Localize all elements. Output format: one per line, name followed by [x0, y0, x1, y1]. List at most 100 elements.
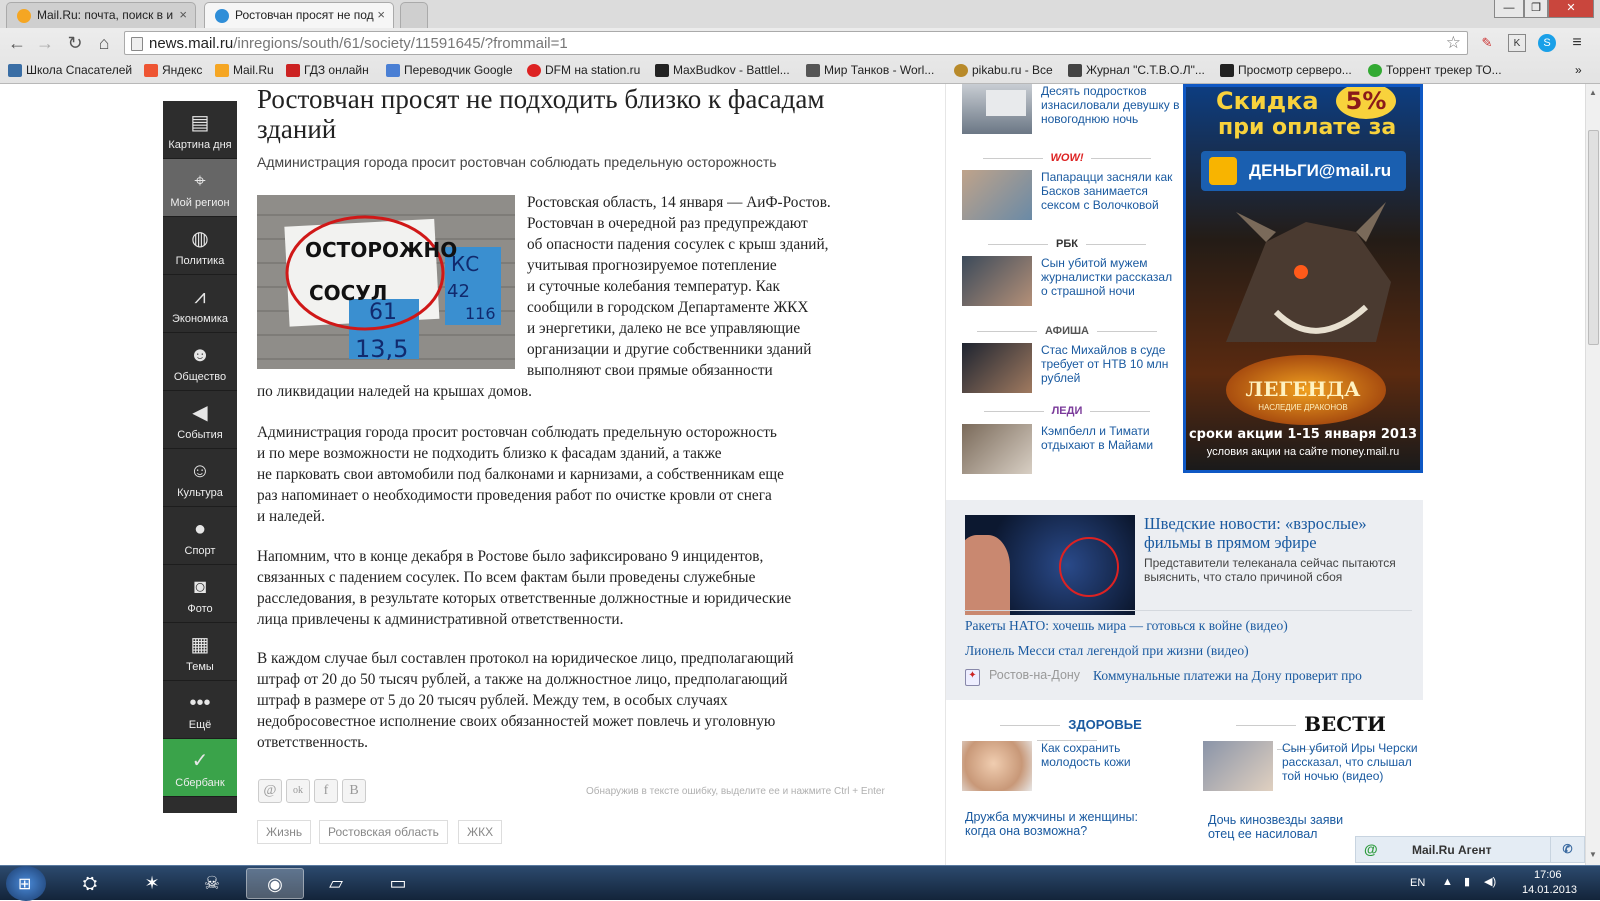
- clock-date[interactable]: 14.01.2013: [1522, 884, 1577, 896]
- language-indicator[interactable]: EN: [1410, 877, 1425, 889]
- nav-item-camera[interactable]: ◙ Фото: [163, 565, 237, 623]
- explorer-folder-icon[interactable]: ▭: [376, 868, 420, 899]
- kaspersky-icon[interactable]: K: [1508, 34, 1526, 52]
- share-facebook-button[interactable]: f: [314, 779, 338, 803]
- nav-item-stack[interactable]: ▦ Темы: [163, 623, 237, 681]
- news-link[interactable]: Кэмпбелл и Тимати отдыхают в Майами: [1041, 424, 1181, 452]
- promo-terms: условия акции на сайте money.mail.ru: [1206, 446, 1400, 458]
- scrollbar-thumb[interactable]: [1588, 130, 1599, 345]
- reload-icon[interactable]: ↻: [64, 32, 86, 54]
- bookmark[interactable]: pikabu.ru - Все: [954, 63, 1053, 77]
- news-link[interactable]: Ракеты НАТО: хочешь мира — готовься к во…: [965, 618, 1288, 634]
- menu-icon[interactable]: ≡: [1568, 34, 1586, 52]
- featured-headline[interactable]: Шведские новости: «взрослые» фильмы в пр…: [1144, 514, 1409, 552]
- bookmark-label: Торрент трекер ТО...: [1386, 63, 1502, 77]
- news-link[interactable]: Стас Михайлов в суде требует от НТВ 10 м…: [1041, 343, 1181, 385]
- bookmark[interactable]: Торрент трекер ТО...: [1368, 63, 1502, 77]
- nav-item-label: Культура: [177, 487, 223, 499]
- bookmark[interactable]: Мир Танков - Worl...: [806, 63, 934, 77]
- bookmark[interactable]: Яндекс: [144, 63, 202, 77]
- clock-time[interactable]: 17:06: [1534, 869, 1562, 881]
- article-title: Ростовчан просят не подходить близко к ф…: [257, 84, 825, 144]
- mailru-favicon: [17, 9, 31, 23]
- mailru-agent-widget[interactable]: @ Mail.Ru Агент ✆: [1355, 836, 1585, 863]
- nav-item-people[interactable]: ☻ Общество: [163, 333, 237, 391]
- torrent-icon: [1368, 64, 1382, 77]
- nav-item-map-pin[interactable]: ⌖ Мой регион: [163, 159, 237, 217]
- minimize-button[interactable]: —: [1494, 0, 1524, 18]
- bookmark[interactable]: MaxBudkov - Battlel...: [655, 63, 790, 77]
- network-icon[interactable]: ▮: [1464, 875, 1470, 888]
- close-tab-icon[interactable]: ×: [377, 7, 385, 22]
- nav-item-label: Общество: [173, 371, 227, 383]
- money-mailru-banner[interactable]: Скидка 5% при оплате за ДЕНЬГИ@mail.ru Л…: [1183, 84, 1423, 473]
- volume-icon[interactable]: ◀): [1484, 875, 1496, 888]
- nav-item-more[interactable]: ••• Ещё: [163, 681, 237, 739]
- nav-item-chart[interactable]: ⩘ Экономика: [163, 275, 237, 333]
- extension-icon[interactable]: ✎: [1478, 34, 1496, 52]
- game-icon[interactable]: ✶: [130, 868, 174, 899]
- forward-arrow-icon[interactable]: →: [34, 32, 56, 54]
- tag-life[interactable]: Жизнь: [257, 820, 312, 844]
- news-link[interactable]: Папарацци засняли как Басков занимается …: [1041, 170, 1181, 212]
- share-vk-button[interactable]: B: [342, 779, 366, 803]
- news-link[interactable]: Как сохранить молодость кожи: [1041, 741, 1181, 769]
- nav-item-sberbank[interactable]: ✓ Сбербанк: [163, 739, 237, 797]
- tag-rostov-region[interactable]: Ростовская область: [319, 820, 448, 844]
- scroll-down-icon[interactable]: ▼: [1589, 850, 1597, 859]
- warrior-icon[interactable]: ☠: [190, 868, 234, 899]
- star-icon[interactable]: ☆: [1446, 33, 1461, 53]
- article-paragraph-2: Администрация города просит ростовчан со…: [257, 424, 784, 525]
- tab-article[interactable]: Ростовчан просят не под ×: [204, 2, 394, 28]
- bookmark[interactable]: Школа Спасателей: [8, 63, 132, 77]
- share-ok-button[interactable]: ok: [286, 779, 310, 803]
- address-bar[interactable]: news.mail.ru/inregions/south/61/society/…: [124, 31, 1468, 55]
- back-arrow-icon[interactable]: ←: [6, 32, 28, 54]
- chrome-icon[interactable]: ◉: [246, 868, 304, 899]
- bookmark[interactable]: ГДЗ онлайн: [286, 63, 369, 77]
- region-news-link[interactable]: Коммунальные платежи на Дону проверит пр…: [1093, 668, 1411, 684]
- nav-item-ball[interactable]: ● Спорт: [163, 507, 237, 565]
- notepad-icon[interactable]: ▱: [314, 868, 358, 899]
- tray-arrow-icon[interactable]: ▲: [1442, 876, 1453, 888]
- nav-item-label: Экономика: [171, 313, 229, 325]
- nav-item-masks[interactable]: ☺ Культура: [163, 449, 237, 507]
- nav-item-label: Политика: [175, 255, 225, 267]
- news-link[interactable]: Лионель Месси стал легендой при жизни (в…: [965, 643, 1249, 659]
- bookmark[interactable]: DFM на station.ru: [527, 63, 640, 77]
- share-mail-button[interactable]: @: [258, 779, 282, 803]
- bookmark[interactable]: Просмотр серверо...: [1220, 63, 1352, 77]
- phone-icon[interactable]: ✆: [1550, 837, 1584, 862]
- start-button[interactable]: ⊞: [6, 866, 46, 901]
- bookmark[interactable]: Mail.Ru: [215, 63, 274, 77]
- nav-item-megaphone[interactable]: ◀ События: [163, 391, 237, 449]
- nav-item-globe[interactable]: ◍ Политика: [163, 217, 237, 275]
- people-icon: ☻: [189, 344, 211, 366]
- close-tab-icon[interactable]: ×: [179, 7, 187, 22]
- news-link[interactable]: Десять подростков изнасиловали девушку в…: [1041, 84, 1181, 126]
- news-link[interactable]: Дочь кинозвезды заяви отец ее насиловал: [1208, 813, 1368, 843]
- news-link[interactable]: Сын убитой мужем журналистки рассказал о…: [1041, 256, 1181, 298]
- bookmark[interactable]: Переводчик Google: [386, 63, 513, 77]
- vertical-scrollbar[interactable]: ▲ ▼: [1585, 84, 1600, 865]
- tab-mailru[interactable]: Mail.Ru: почта, поиск в и ×: [6, 2, 196, 28]
- new-tab-button[interactable]: [400, 2, 428, 28]
- nav-item-newspaper[interactable]: ▤ Картина дня: [163, 101, 237, 159]
- world-of-tanks-icon[interactable]: ⛭: [68, 868, 112, 899]
- nav-item-label: Ещё: [188, 719, 212, 731]
- megaphone-icon: ◀: [192, 402, 208, 424]
- svg-text:116: 116: [465, 304, 496, 323]
- skype-icon[interactable]: S: [1538, 34, 1556, 52]
- scroll-up-icon[interactable]: ▲: [1589, 88, 1597, 97]
- news-link[interactable]: Дружба мужчины и женщины: когда она возм…: [965, 810, 1165, 838]
- close-window-button[interactable]: ✕: [1548, 0, 1594, 18]
- news-link[interactable]: Сын убитой Иры Черски рассказал, что слы…: [1282, 741, 1422, 783]
- maximize-button[interactable]: ❐: [1524, 0, 1548, 18]
- home-icon[interactable]: ⌂: [93, 32, 115, 54]
- bookmark[interactable]: Журнал "С.Т.В.О.Л"...: [1068, 63, 1205, 77]
- tag-zhkh[interactable]: ЖКХ: [458, 820, 503, 844]
- more-bookmarks-icon[interactable]: »: [1575, 63, 1582, 77]
- bookmark-label: Mail.Ru: [233, 63, 274, 77]
- featured-summary: Представители телеканала сейчас пытаются…: [1144, 556, 1396, 584]
- globe-icon: ◍: [191, 228, 209, 250]
